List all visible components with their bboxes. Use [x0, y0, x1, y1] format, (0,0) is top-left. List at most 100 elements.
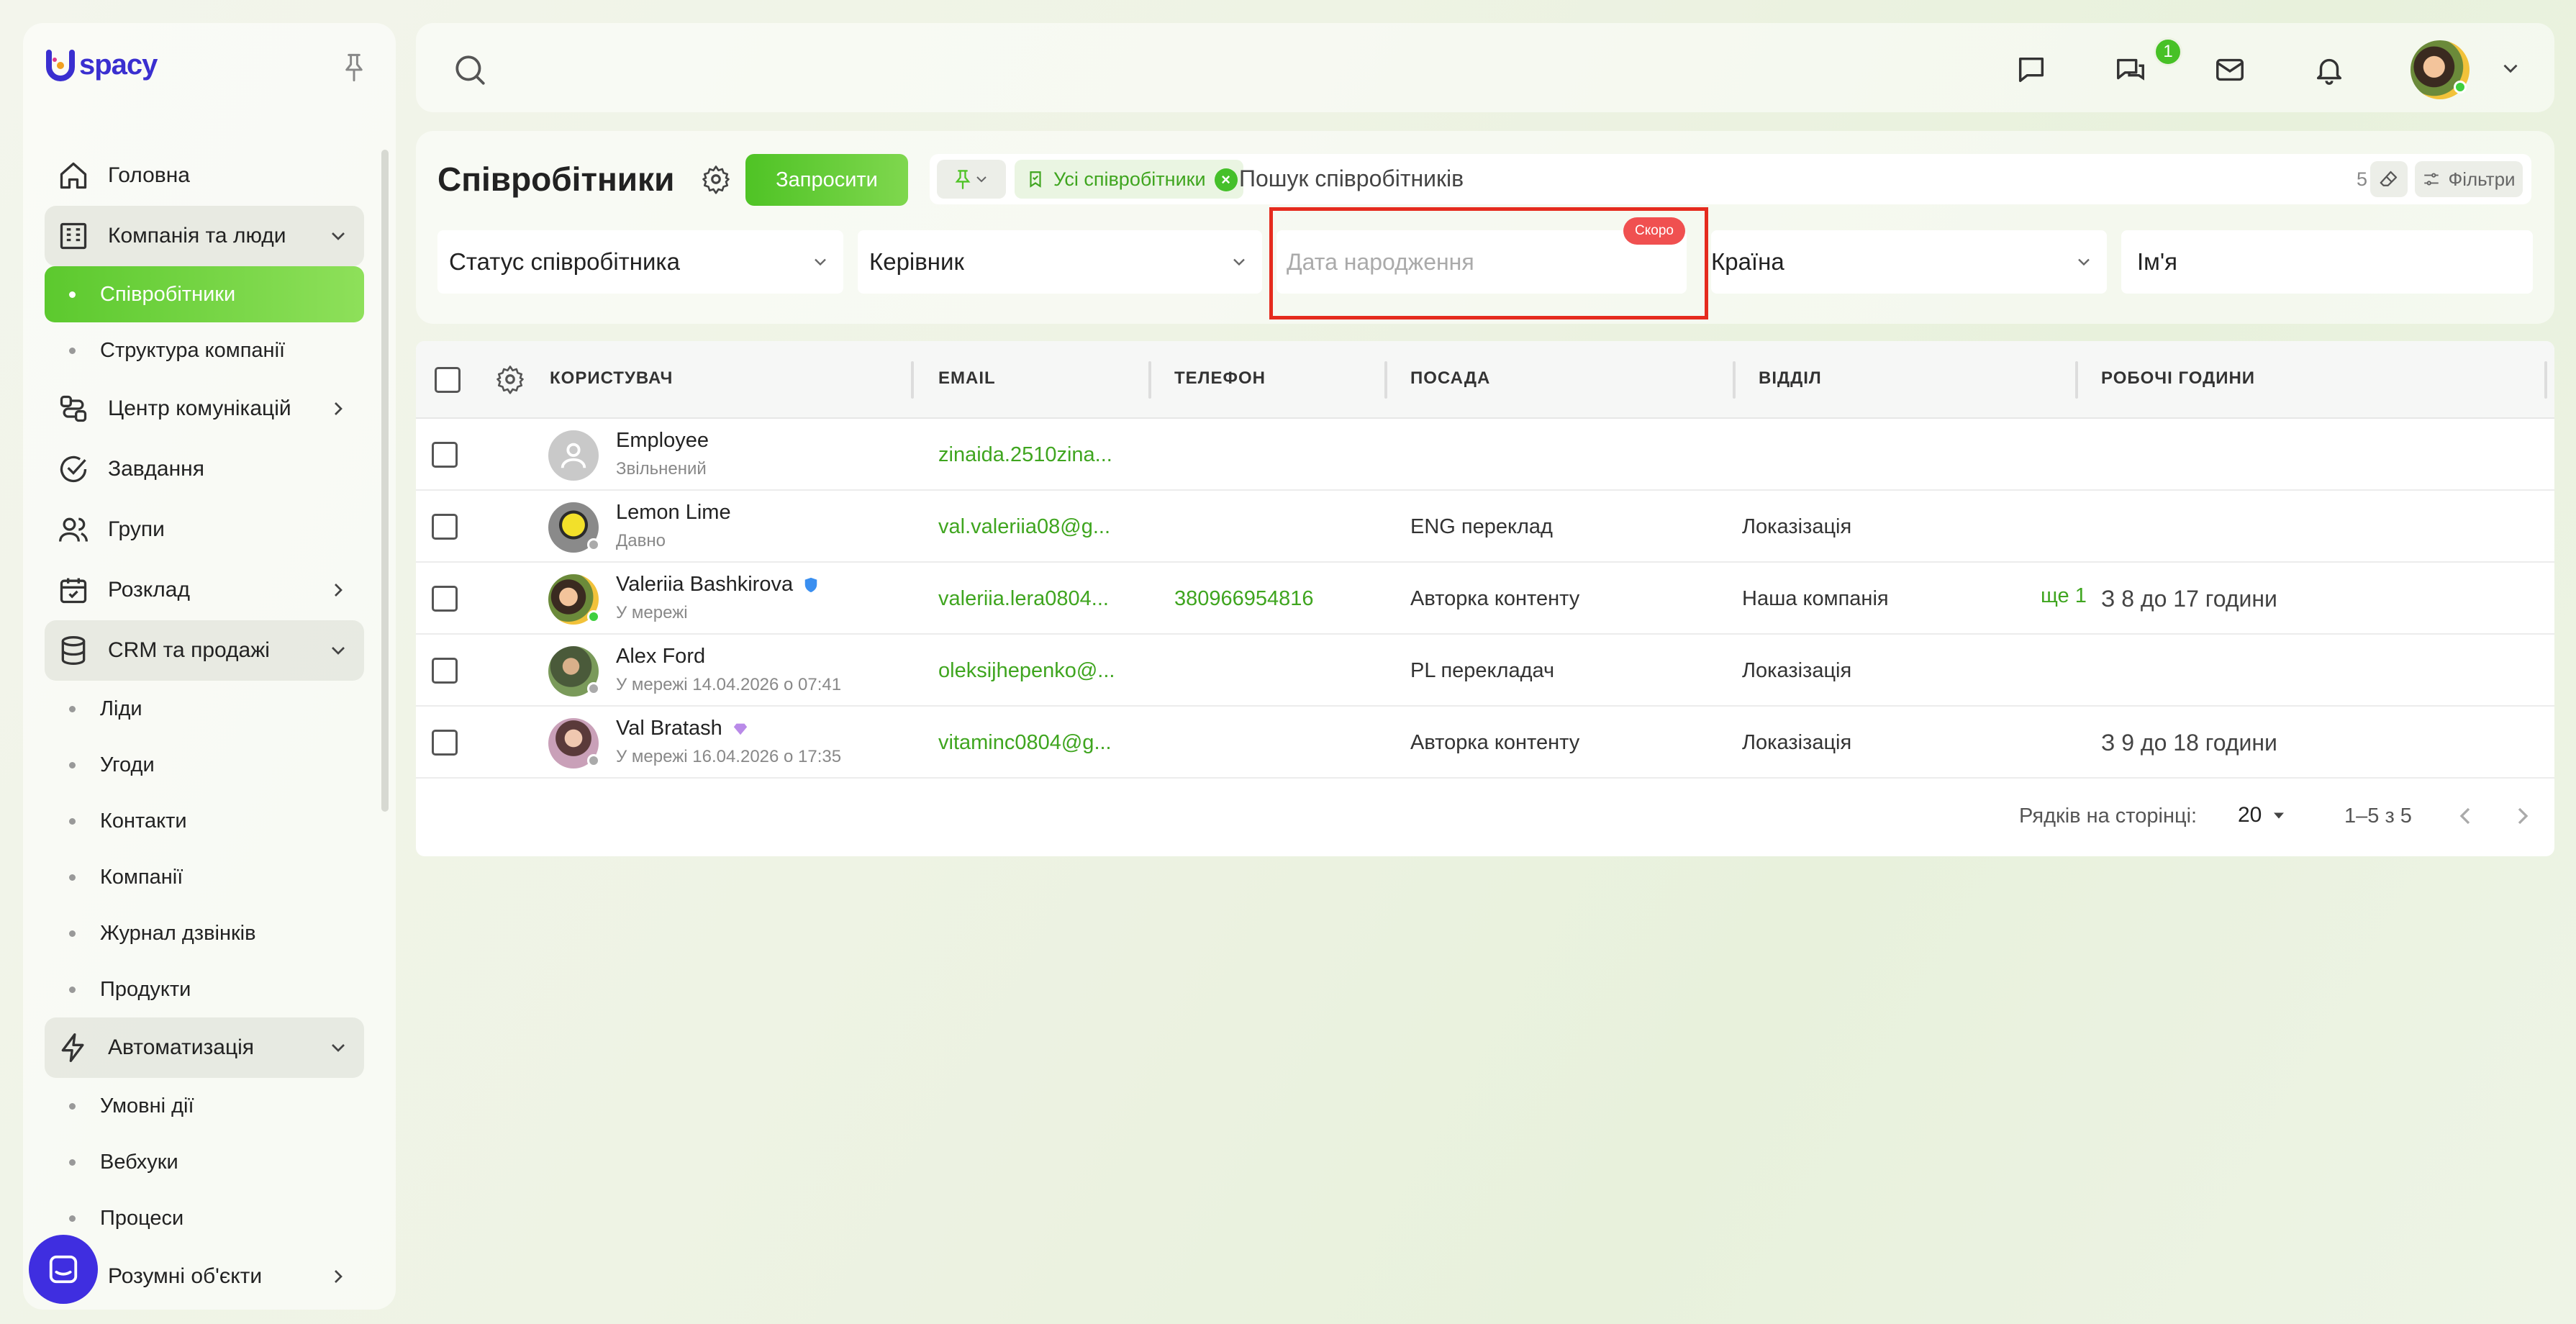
select-all-checkbox[interactable]	[435, 367, 461, 393]
column-header-department[interactable]: ВІДДІЛ	[1759, 368, 1822, 389]
user-status: Звільнений	[616, 459, 707, 479]
table-row[interactable]: Lemon Lime Давно val.valeriia08@g... ENG…	[416, 491, 2554, 563]
sidebar-item-call-log[interactable]: Журнал дзвінків	[45, 905, 364, 961]
email-link[interactable]: zinaida.2510zina...	[938, 443, 1112, 467]
table-row[interactable]: Alex Ford У мережі 14.04.2026 о 07:41 ol…	[416, 635, 2554, 707]
sidebar-item-webhooks[interactable]: Вебхуки	[45, 1134, 364, 1190]
sidebar-item-label: Вебхуки	[100, 1150, 178, 1174]
chevron-left-icon[interactable]	[2451, 802, 2480, 830]
name-filter-input[interactable]: Ім'я	[2121, 230, 2533, 294]
bullet-dot	[69, 347, 76, 354]
sidebar-item-products[interactable]: Продукти	[45, 961, 364, 1017]
pinned-filters-dropdown[interactable]	[937, 160, 1006, 199]
column-divider[interactable]	[911, 361, 914, 399]
mail-icon[interactable]	[2210, 50, 2249, 89]
table-row[interactable]: Val Bratash У мережі 16.04.2026 о 17:35 …	[416, 707, 2554, 779]
column-divider[interactable]	[1384, 361, 1387, 399]
support-chat-button[interactable]	[29, 1235, 98, 1304]
filter-chip-all-employees[interactable]: Усі співробітники ×	[1015, 160, 1243, 199]
chats-icon[interactable]	[2111, 50, 2150, 89]
chevron-right-icon[interactable]	[2508, 802, 2537, 830]
search-input[interactable]: Пошук співробітників	[1239, 166, 1464, 192]
rows-per-page-label: Рядків на сторінці:	[2019, 804, 2198, 828]
sidebar-item-crm[interactable]: CRM та продажі	[45, 620, 364, 681]
sidebar-item-conditional-actions[interactable]: Умовні дії	[45, 1078, 364, 1134]
sidebar-item-groups[interactable]: Групи	[45, 499, 364, 560]
sidebar-item-label: Ліди	[100, 697, 142, 720]
sidebar-item-companies[interactable]: Компанії	[45, 849, 364, 905]
pin-icon[interactable]	[341, 52, 367, 83]
column-header-position[interactable]: ПОСАДА	[1410, 368, 1490, 389]
sidebar-item-company-structure[interactable]: Структура компанії	[45, 322, 364, 378]
sidebar-item-communications[interactable]: Центр комунікацій	[45, 378, 364, 439]
row-checkbox[interactable]	[432, 730, 458, 756]
sidebar-item-tasks[interactable]: Завдання	[45, 439, 364, 499]
column-header-user[interactable]: КОРИСТУВАЧ	[550, 368, 673, 389]
bullet-dot	[69, 930, 76, 937]
sidebar-item-deals[interactable]: Угоди	[45, 737, 364, 793]
user-name-text: Val Bratash	[616, 717, 722, 740]
rows-per-page-select[interactable]: 20	[2238, 803, 2289, 828]
status-filter-select[interactable]: Статус співробітника	[437, 230, 843, 294]
chevron-down-icon	[332, 232, 345, 240]
country-filter-label: Країна	[1711, 248, 1784, 275]
more-departments-link[interactable]: ще 1	[2041, 584, 2087, 608]
country-filter-select[interactable]: Країна	[1711, 230, 2107, 294]
sidebar-item-home[interactable]: Головна	[45, 145, 364, 206]
users-icon	[56, 512, 91, 547]
user-name[interactable]: Employee	[616, 429, 709, 453]
column-header-email[interactable]: EMAIL	[938, 368, 996, 389]
manager-filter-select[interactable]: Керівник	[858, 230, 1262, 294]
phone-link[interactable]: 380966954816	[1174, 587, 1314, 611]
sidebar-item-schedule[interactable]: Розклад	[45, 560, 364, 620]
chevron-down-icon[interactable]	[2498, 56, 2523, 81]
status-dot	[587, 754, 600, 767]
row-checkbox[interactable]	[432, 442, 458, 468]
bell-icon[interactable]	[2310, 50, 2349, 89]
email-link[interactable]: val.valeriia08@g...	[938, 515, 1110, 539]
column-divider[interactable]	[2075, 361, 2078, 399]
table-row[interactable]: Employee Звільнений zinaida.2510zina...	[416, 419, 2554, 491]
department-cell: Наша компанія	[1742, 587, 1889, 610]
column-header-phone[interactable]: ТЕЛЕФОН	[1174, 368, 1266, 389]
row-checkbox[interactable]	[432, 514, 458, 540]
user-name[interactable]: Lemon Lime	[616, 501, 731, 525]
sliders-icon	[2424, 173, 2439, 186]
row-checkbox[interactable]	[432, 658, 458, 684]
table-header: КОРИСТУВАЧ EMAIL ТЕЛЕФОН ПОСАДА ВІДДІЛ Р…	[416, 341, 2554, 419]
pin-icon	[955, 170, 971, 189]
chevron-down-icon	[1233, 258, 1245, 266]
user-name[interactable]: Alex Ford	[616, 645, 705, 668]
column-divider[interactable]	[1148, 361, 1151, 399]
department-cell: Локазізація	[1742, 659, 1852, 682]
sidebar-item-leads[interactable]: Ліди	[45, 681, 364, 737]
user-name[interactable]: Valeriia Bashkirova	[616, 573, 819, 597]
table-row[interactable]: Valeriia Bashkirova У мережі valeriia.le…	[416, 563, 2554, 635]
message-icon[interactable]	[2012, 50, 2051, 89]
user-name[interactable]: Val Bratash	[616, 717, 748, 740]
clear-filters-button[interactable]	[2370, 161, 2408, 197]
sidebar-item-processes[interactable]: Процеси	[45, 1190, 364, 1246]
sidebar-scrollbar[interactable]	[381, 150, 389, 812]
logo[interactable]: spacy	[45, 49, 158, 81]
sidebar-item-automation[interactable]: Автоматизація	[45, 1017, 364, 1078]
sidebar-item-contacts[interactable]: Контакти	[45, 793, 364, 849]
column-divider[interactable]	[2544, 361, 2547, 399]
sidebar-item-company-people[interactable]: Компанія та люди	[45, 206, 364, 266]
filters-button[interactable]: Фільтри	[2415, 161, 2523, 197]
email-link[interactable]: valeriia.lera0804...	[938, 587, 1109, 611]
email-link[interactable]: vitaminc0804@g...	[938, 731, 1112, 755]
gear-icon[interactable]	[495, 364, 525, 394]
gear-icon[interactable]	[701, 164, 731, 194]
row-checkbox[interactable]	[432, 586, 458, 612]
column-header-hours[interactable]: РОБОЧІ ГОДИНИ	[2101, 368, 2255, 389]
bullet-dot	[69, 817, 76, 825]
close-icon[interactable]: ×	[1214, 168, 1238, 191]
bullet-dot	[69, 1102, 76, 1110]
column-divider[interactable]	[1733, 361, 1736, 399]
invite-button[interactable]: Запросити	[745, 154, 908, 206]
sidebar-item-employees[interactable]: Співробітники	[45, 266, 364, 322]
email-link[interactable]: oleksijhepenko@...	[938, 659, 1115, 683]
search-icon[interactable]	[452, 52, 488, 88]
employees-table: КОРИСТУВАЧ EMAIL ТЕЛЕФОН ПОСАДА ВІДДІЛ Р…	[416, 341, 2554, 856]
